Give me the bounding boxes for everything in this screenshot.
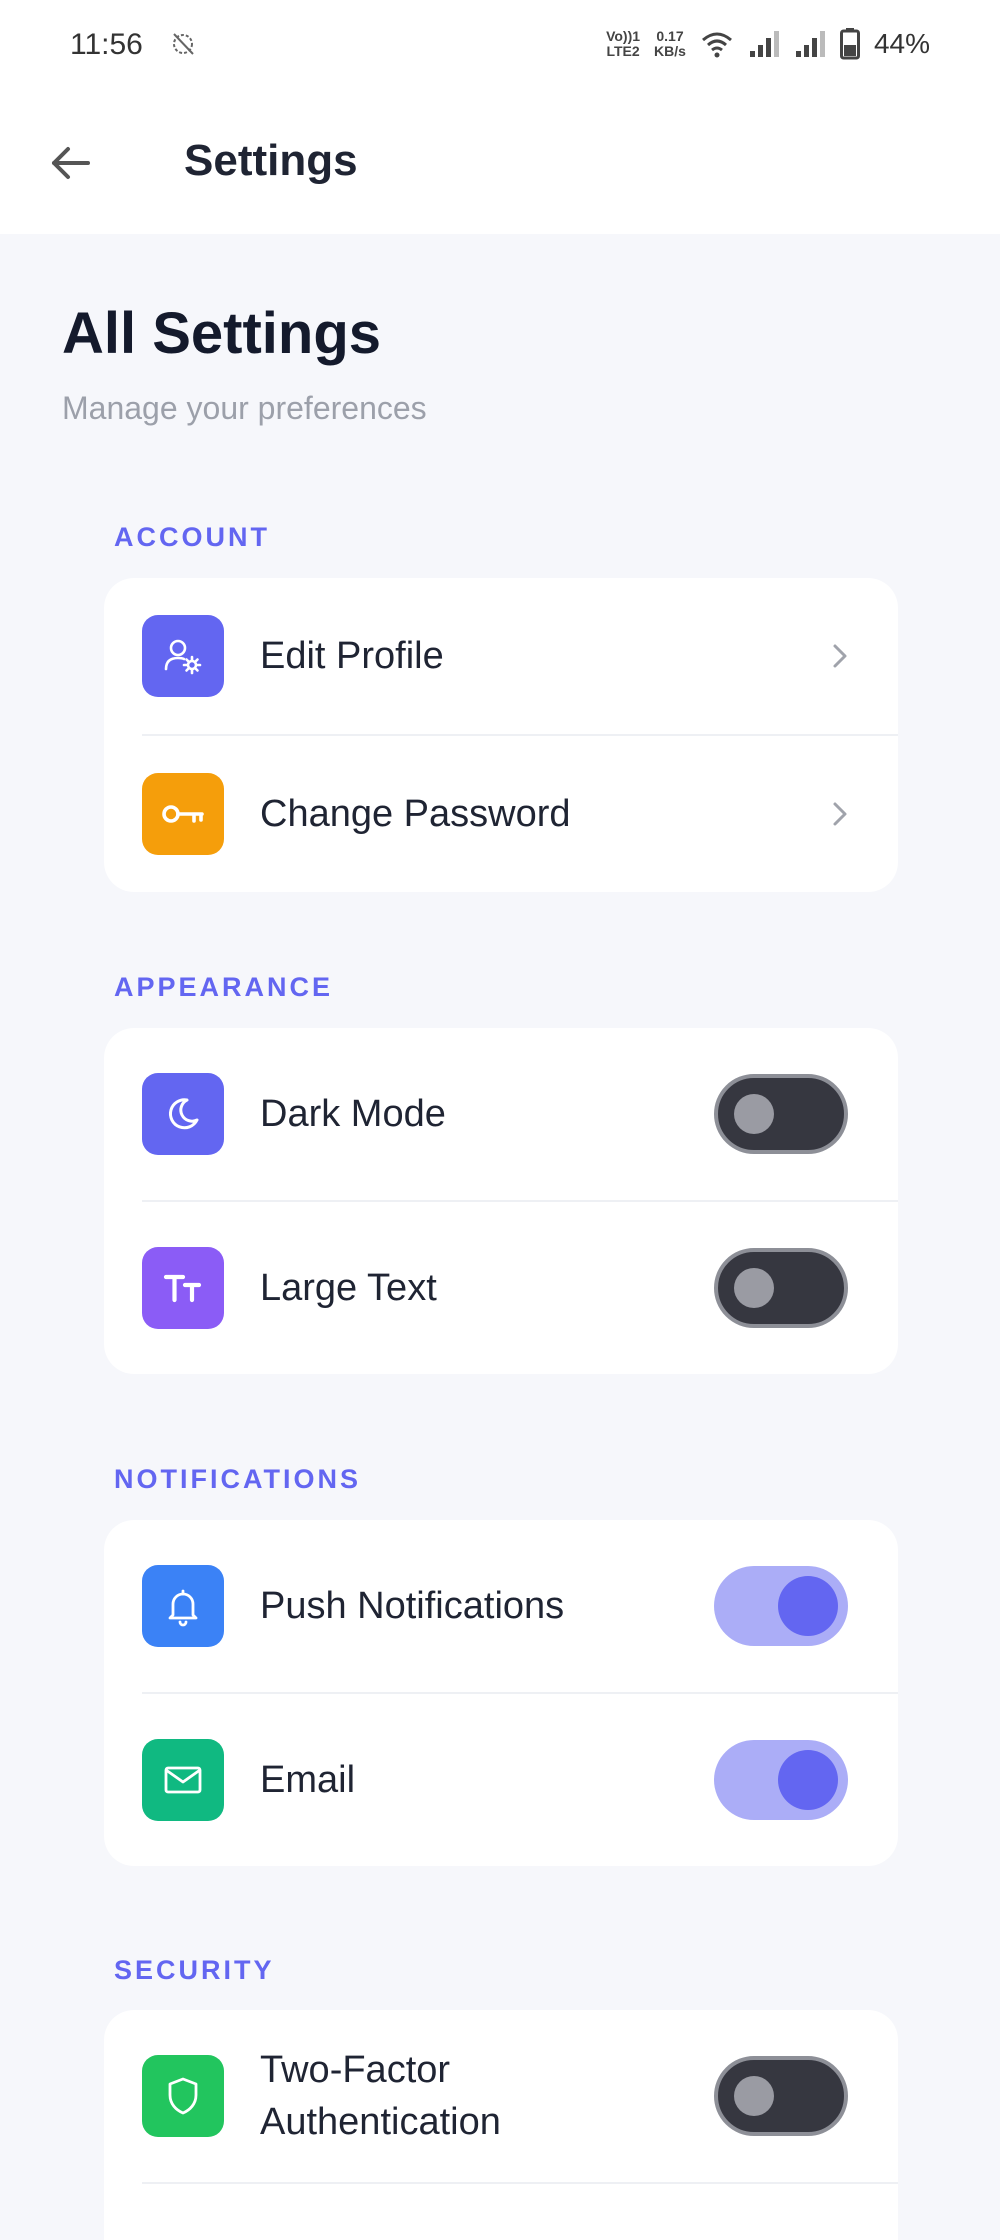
mail-icon <box>142 1739 224 1821</box>
key-icon <box>142 773 224 855</box>
status-bar: 11:56 Vo))1 LTE2 0.17 KB/s 44% <box>0 0 1000 92</box>
section-label-account: ACCOUNT <box>114 522 270 552</box>
push-notifications-label: Push Notifications <box>260 1585 565 1627</box>
two-factor-label: Two-Factor Authentication <box>260 2049 501 2143</box>
signal-icon <box>749 31 779 57</box>
toggle-knob <box>778 1576 838 1636</box>
section-label-notifications: NOTIFICATIONS <box>114 1464 361 1494</box>
section-label-security: SECURITY <box>114 1955 275 1985</box>
chevron-right-icon <box>833 802 847 826</box>
user-cog-icon <box>142 615 224 697</box>
account-card: Edit Profile Change Password <box>104 578 898 892</box>
alarm-off-icon <box>173 33 194 55</box>
battery-percentage: 44% <box>873 28 930 59</box>
email-toggle[interactable] <box>714 1740 848 1820</box>
network-speed-indicator: 0.17 KB/s <box>654 29 686 59</box>
toggle-knob <box>778 1750 838 1810</box>
moon-icon <box>142 1073 224 1155</box>
page-title: All Settings <box>62 301 382 366</box>
chevron-right-icon <box>833 644 847 668</box>
edit-profile-label: Edit Profile <box>260 635 444 677</box>
network-type-bottom: LTE2 <box>606 43 640 59</box>
dark-mode-toggle[interactable] <box>714 1074 848 1154</box>
email-row: Email <box>104 1694 898 1866</box>
edit-profile-row[interactable]: Edit Profile <box>104 578 898 734</box>
appearance-card: Dark Mode Large Text <box>104 1028 898 1374</box>
text-size-icon <box>142 1247 224 1329</box>
app-bar-title: Settings <box>184 136 358 185</box>
security-card: Two-Factor Authentication <box>104 2010 898 2240</box>
battery-icon <box>839 28 860 60</box>
network-type-indicator: Vo))1 LTE2 <box>606 29 640 59</box>
shield-icon <box>142 2055 224 2137</box>
push-notifications-row: Push Notifications <box>104 1520 898 1692</box>
two-factor-toggle[interactable] <box>714 2056 848 2136</box>
toggle-knob <box>734 1268 774 1308</box>
network-speed-value: 0.17 <box>656 28 684 44</box>
section-label-appearance: APPEARANCE <box>114 972 334 1002</box>
dark-mode-label: Dark Mode <box>260 1093 446 1135</box>
large-text-row: Large Text <box>104 1202 898 1374</box>
toggle-knob <box>734 1094 774 1134</box>
push-notifications-toggle[interactable] <box>714 1566 848 1646</box>
row-divider <box>142 2182 898 2184</box>
toggle-knob <box>734 2076 774 2116</box>
change-password-label: Change Password <box>260 793 571 835</box>
two-factor-row: Two-Factor Authentication <box>104 2010 898 2182</box>
app-bar: Settings <box>0 92 1000 234</box>
change-password-row[interactable]: Change Password <box>104 736 898 892</box>
notifications-card: Push Notifications Email <box>104 1520 898 1866</box>
network-speed-unit: KB/s <box>654 43 686 59</box>
page-subtitle: Manage your preferences <box>62 390 427 426</box>
back-arrow-icon[interactable] <box>46 138 96 188</box>
wifi-icon <box>701 32 732 58</box>
email-label: Email <box>260 1759 356 1801</box>
bell-icon <box>142 1565 224 1647</box>
large-text-toggle[interactable] <box>714 1248 848 1328</box>
status-time: 11:56 <box>70 28 143 61</box>
dark-mode-row: Dark Mode <box>104 1028 898 1200</box>
network-type-top: Vo))1 <box>606 28 641 44</box>
large-text-label: Large Text <box>260 1267 437 1309</box>
signal-icon-2 <box>795 31 825 57</box>
